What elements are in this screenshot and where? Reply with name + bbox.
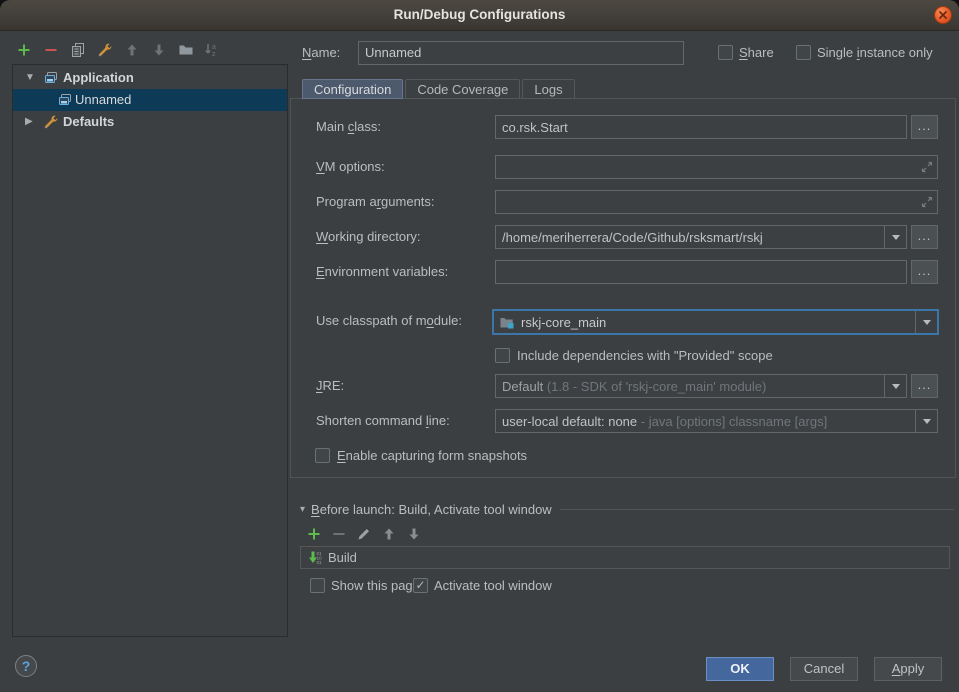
tree-item-label: Unnamed — [75, 89, 131, 111]
chevron-down-icon[interactable]: ▾ — [300, 504, 305, 515]
tree-item-label: Application — [63, 67, 134, 89]
edit-icon[interactable] — [356, 526, 372, 542]
vm-options-label: VM options: — [316, 155, 385, 179]
tree-item-unnamed[interactable]: Unnamed — [13, 89, 287, 111]
main-class-input[interactable]: co.rsk.Start — [495, 115, 907, 139]
question-icon: ? — [22, 658, 31, 674]
environment-variables-browse-button[interactable]: ... — [911, 260, 938, 284]
tab-logs[interactable]: Logs — [522, 79, 574, 99]
activate-tool-window-label[interactable]: Activate tool window — [434, 574, 552, 598]
before-launch-header[interactable]: ▾ Before launch: Build, Activate tool wi… — [300, 500, 954, 518]
chevron-down-icon[interactable]: ▼ — [25, 67, 35, 89]
jre-combo[interactable]: Default (1.8 - SDK of 'rskj-core_main' m… — [495, 374, 907, 398]
chevron-right-icon[interactable]: ▶ — [25, 111, 33, 133]
move-up-icon[interactable] — [381, 526, 397, 542]
activate-tool-window-checkbox[interactable]: ✓ — [413, 578, 428, 593]
chevron-down-icon[interactable] — [884, 226, 906, 248]
configurations-tree: ▼ Application Unnamed ▶ Defaults — [12, 64, 288, 637]
chevron-down-icon[interactable] — [884, 375, 906, 397]
before-launch-title: Before launch: Build, Activate tool wind… — [311, 502, 552, 517]
cancel-button[interactable]: Cancel — [790, 657, 858, 681]
remove-icon[interactable] — [331, 526, 347, 542]
move-down-icon[interactable] — [151, 42, 167, 58]
check-icon: ✓ — [415, 579, 425, 592]
environment-variables-input[interactable] — [495, 260, 907, 284]
title-bar[interactable]: Run/Debug Configurations — [0, 0, 959, 31]
expand-field-icon[interactable] — [917, 196, 937, 208]
add-icon[interactable] — [306, 526, 322, 542]
show-this-page-label[interactable]: Show this page — [331, 574, 420, 598]
help-button[interactable]: ? — [15, 655, 37, 677]
wrench-icon — [43, 111, 59, 133]
main-class-label: Main class: — [316, 115, 381, 139]
move-down-icon[interactable] — [406, 526, 422, 542]
remove-icon[interactable] — [43, 42, 59, 58]
svg-text:01: 01 — [317, 560, 323, 565]
program-arguments-label: Program arguments: — [316, 190, 435, 214]
ok-button[interactable]: OK — [706, 657, 774, 681]
tree-item-label: Defaults — [63, 111, 114, 133]
new-folder-icon[interactable] — [178, 42, 194, 58]
shorten-command-line-label: Shorten command line: — [316, 409, 450, 433]
shorten-command-line-combo[interactable]: user-local default: none - java [options… — [495, 409, 938, 433]
dialog-title: Run/Debug Configurations — [0, 0, 959, 30]
copy-icon[interactable] — [70, 42, 86, 58]
share-label[interactable]: Share — [739, 41, 774, 65]
tab-code-coverage[interactable]: Code Coverage — [405, 79, 520, 99]
working-directory-combo[interactable]: /home/meriherrera/Code/Github/rsksmart/r… — [495, 225, 907, 249]
vm-options-input[interactable] — [495, 155, 938, 179]
jre-browse-button[interactable]: ... — [911, 374, 938, 398]
divider — [560, 509, 954, 510]
edit-defaults-icon[interactable] — [97, 42, 113, 58]
module-icon — [494, 314, 515, 330]
application-icon — [57, 89, 73, 111]
program-arguments-input[interactable] — [495, 190, 938, 214]
apply-button[interactable]: Apply — [874, 657, 942, 681]
tree-item-application[interactable]: ▼ Application — [13, 67, 287, 89]
main-class-browse-button[interactable]: ... — [911, 115, 938, 139]
svg-text:a: a — [212, 44, 216, 51]
tab-bar: Configuration Code Coverage Logs — [302, 79, 575, 99]
single-instance-checkbox[interactable] — [796, 45, 811, 60]
run-debug-configurations-dialog: Run/Debug Configurations az ▼ — [0, 0, 959, 692]
close-button[interactable] — [934, 6, 952, 24]
environment-variables-label: Environment variables: — [316, 260, 448, 284]
close-icon — [938, 10, 948, 20]
expand-field-icon[interactable] — [917, 161, 937, 173]
name-label: Name: — [302, 41, 340, 65]
classpath-module-combo[interactable]: rskj-core_main — [492, 309, 939, 335]
sort-alphabetically-icon[interactable]: az — [203, 42, 219, 58]
move-up-icon[interactable] — [124, 42, 140, 58]
jre-label: JRE: — [316, 374, 344, 398]
share-checkbox[interactable] — [718, 45, 733, 60]
tab-configuration[interactable]: Configuration — [302, 79, 403, 99]
add-icon[interactable] — [16, 42, 32, 58]
chevron-down-icon[interactable] — [915, 410, 937, 432]
tree-item-defaults[interactable]: ▶ Defaults — [13, 111, 287, 133]
before-launch-task-build[interactable]: 01 10 01 Build — [300, 546, 950, 569]
chevron-down-icon[interactable] — [915, 311, 937, 333]
working-directory-browse-button[interactable]: ... — [911, 225, 938, 249]
task-label: Build — [328, 550, 357, 565]
working-directory-label: Working directory: — [316, 225, 421, 249]
classpath-module-label: Use classpath of module: — [316, 309, 462, 333]
application-icon — [43, 67, 59, 89]
form-snapshots-checkbox[interactable] — [315, 448, 330, 463]
svg-text:z: z — [212, 51, 216, 58]
name-input[interactable]: Unnamed — [358, 41, 684, 65]
show-this-page-checkbox[interactable] — [310, 578, 325, 593]
include-provided-checkbox[interactable] — [495, 348, 510, 363]
form-snapshots-label[interactable]: Enable capturing form snapshots — [337, 444, 527, 468]
single-instance-label[interactable]: Single instance only — [817, 41, 933, 65]
build-icon: 01 10 01 — [301, 550, 328, 566]
include-provided-label[interactable]: Include dependencies with "Provided" sco… — [517, 344, 773, 368]
configuration-panel: Main class: co.rsk.Start ... VM options:… — [290, 98, 956, 478]
